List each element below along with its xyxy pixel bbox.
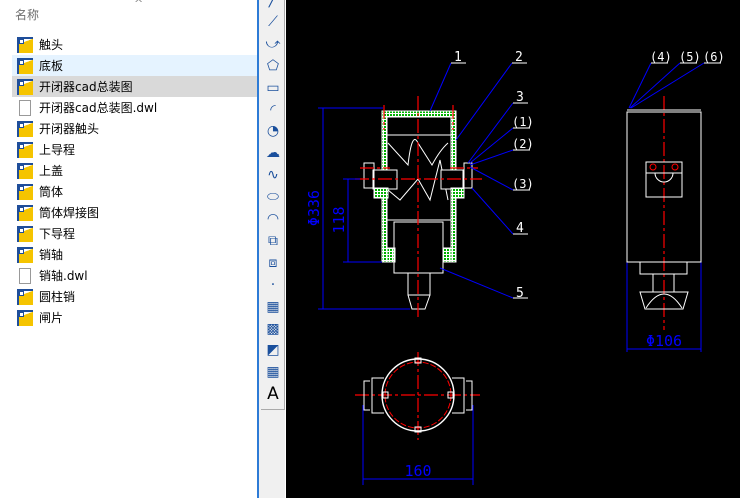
part-label-sub2: (2): [512, 137, 534, 151]
file-name: 筒体: [39, 185, 64, 199]
file-name: 闸片: [39, 311, 64, 325]
point-icon[interactable]: ·: [263, 275, 283, 295]
file-item[interactable]: 销轴.dwl: [12, 265, 257, 286]
cad-file-icon: [17, 246, 33, 263]
cad-file-icon: [17, 288, 33, 305]
construction-line-icon[interactable]: ⟋: [263, 12, 283, 32]
dim-overall-height: Φ336: [305, 190, 323, 226]
file-name: 触头: [39, 38, 64, 52]
file-name: 上导程: [39, 143, 76, 157]
drawing-canvas[interactable]: Φ336 118 Φ106 160 1 2 3 (1) (2) (3) 4 5 …: [286, 0, 740, 498]
file-item[interactable]: 下导程: [12, 223, 257, 244]
document-file-icon: [19, 267, 31, 284]
file-item[interactable]: 销轴: [12, 244, 257, 265]
part-label-sub3: (3): [512, 177, 534, 191]
file-item[interactable]: 开闭器触头: [12, 118, 257, 139]
file-name: 底板: [39, 59, 64, 73]
dim-side-width: Φ106: [646, 332, 682, 350]
column-header-name[interactable]: 名称: [15, 6, 39, 23]
rectangle-icon[interactable]: ▭: [263, 78, 283, 98]
file-name: 上盖: [39, 164, 64, 178]
document-file-icon: [19, 99, 31, 116]
cad-drawing: Φ336 118 Φ106 160 1 2 3 (1) (2) (3) 4 5 …: [305, 50, 725, 485]
file-name: 销轴.dwl: [39, 269, 88, 283]
part-label-sub1: (1): [512, 115, 534, 129]
table-icon[interactable]: ▦: [263, 362, 283, 382]
dim-center-height: 118: [330, 206, 348, 233]
part-label-sub5: (5): [679, 50, 701, 64]
ellipse-arc-icon[interactable]: ◠: [263, 209, 283, 229]
draw-toolbar: ╱ ⟋ ⤻ ⬠ ▭ ◜ ◔ ☁ ∿ ⬭ ◠ ⧉ ⧈ · ▦ ▩ ◩ ▦ A: [257, 0, 285, 498]
make-block-icon[interactable]: ⧈: [263, 253, 283, 273]
ellipse-icon[interactable]: ⬭: [263, 187, 283, 207]
line-icon[interactable]: ╱: [263, 0, 283, 10]
circle-icon[interactable]: ◔: [263, 121, 283, 141]
file-item[interactable]: 开闭器cad总装图.dwl: [12, 97, 257, 118]
gradient-icon[interactable]: ▩: [263, 319, 283, 339]
cad-file-icon: [17, 141, 33, 158]
file-item[interactable]: 底板: [12, 55, 257, 76]
cad-file-icon: [17, 204, 33, 221]
file-name: 开闭器cad总装图: [39, 80, 133, 94]
dim-bottom-width: 160: [404, 462, 431, 480]
part-label-sub4: (4): [650, 50, 672, 64]
underlines: [451, 62, 721, 299]
spline-icon[interactable]: ∿: [263, 165, 283, 185]
file-item[interactable]: 上导程: [12, 139, 257, 160]
cad-file-icon: [17, 183, 33, 200]
file-list-panel: ^ 名称 触头底板开闭器cad总装图开闭器cad总装图.dwl 开闭器触头上导程上…: [0, 0, 257, 498]
revision-cloud-icon[interactable]: ☁: [263, 143, 283, 163]
center-lines: [355, 96, 665, 440]
file-name: 下导程: [39, 227, 76, 241]
side-view: [626, 109, 702, 310]
cad-file-icon: [17, 120, 33, 137]
cad-file-icon: [17, 36, 33, 53]
polygon-icon[interactable]: ⬠: [263, 56, 283, 76]
text-icon[interactable]: A: [263, 384, 283, 404]
cad-file-icon: [17, 57, 33, 74]
arc-icon[interactable]: ◜: [263, 100, 283, 120]
file-name: 筒体焊接图: [39, 206, 100, 220]
cad-file-icon: [17, 225, 33, 242]
file-item[interactable]: 筒体: [12, 181, 257, 202]
insert-block-icon[interactable]: ⧉: [263, 231, 283, 251]
file-item[interactable]: 上盖: [12, 160, 257, 181]
sort-ascending-icon[interactable]: ^: [134, 0, 143, 10]
front-section-view: [363, 110, 473, 310]
file-item[interactable]: 圆柱销: [12, 286, 257, 307]
region-icon[interactable]: ◩: [263, 340, 283, 360]
hatch-icon[interactable]: ▦: [263, 297, 283, 317]
file-name: 开闭器cad总装图.dwl: [39, 101, 158, 115]
polyline-icon[interactable]: ⤻: [263, 34, 283, 54]
file-item[interactable]: 闸片: [12, 307, 257, 328]
file-item[interactable]: 触头: [12, 34, 257, 55]
file-name: 开闭器触头: [39, 122, 100, 136]
cad-file-icon: [17, 162, 33, 179]
file-item[interactable]: 开闭器cad总装图: [12, 76, 257, 97]
file-item[interactable]: 筒体焊接图: [12, 202, 257, 223]
cad-file-icon: [17, 309, 33, 326]
file-name: 销轴: [39, 248, 64, 262]
cad-file-icon: [17, 78, 33, 95]
part-label-5: 5: [516, 286, 524, 301]
part-label-sub6: (6): [703, 50, 725, 64]
file-name: 圆柱销: [39, 290, 76, 304]
